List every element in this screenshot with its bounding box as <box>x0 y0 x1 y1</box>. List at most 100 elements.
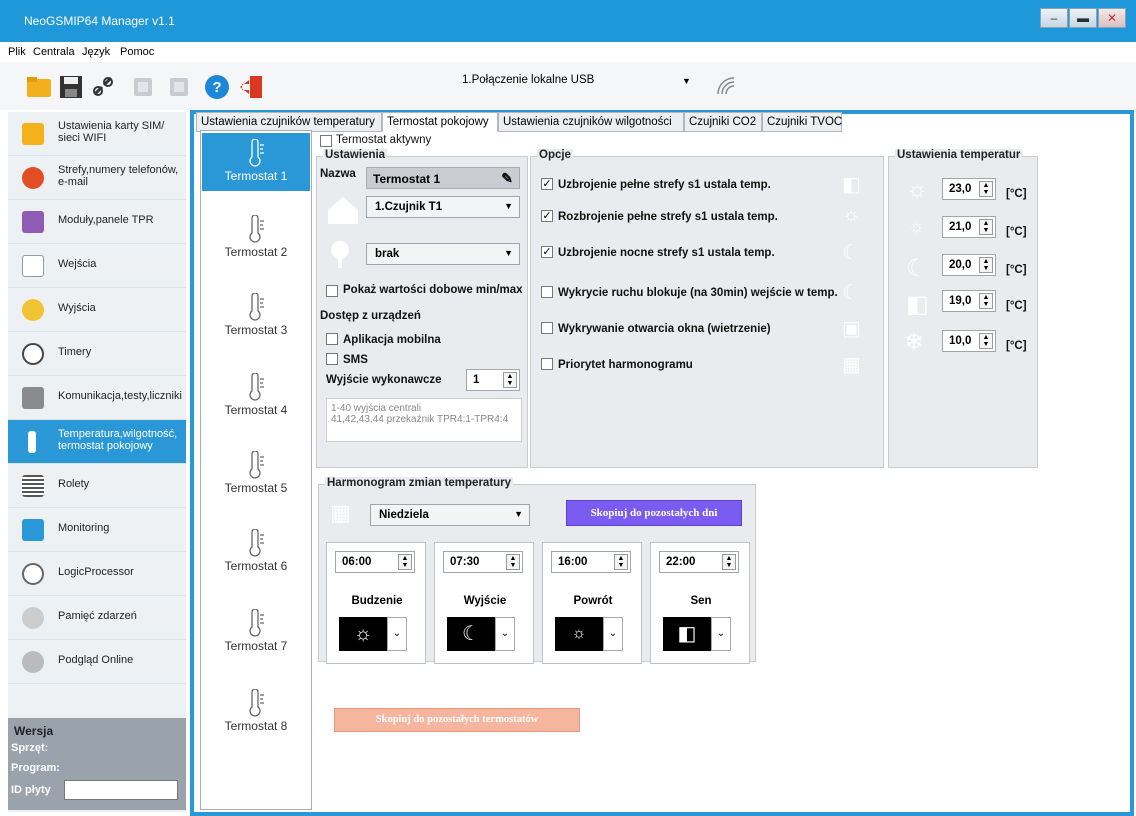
sidebar-item-blinds[interactable]: Rolety <box>8 464 186 508</box>
spinner-arrows-icon[interactable]: ▲ ▼ <box>979 257 993 273</box>
menu-centrala[interactable]: Centrala <box>33 46 75 58</box>
thermostat-item-8[interactable]: Termostat 8 <box>202 683 310 763</box>
menu-plik[interactable]: Plik <box>8 46 26 58</box>
sidebar-item-monitoring[interactable]: Monitoring <box>8 508 186 552</box>
copy-to-days-button[interactable]: Skopiuj do pozostałych dni <box>566 500 742 526</box>
tab-tvoc-sensors[interactable]: Czujniki TVOC <box>762 112 842 132</box>
tab-temperature-sensors[interactable]: Ustawienia czujników temperatury <box>196 112 382 132</box>
time-spinner-4[interactable]: 22:00 ▲ ▼ <box>659 551 739 573</box>
sidebar-item-label: Komunikacja,testy,liczniki <box>58 390 182 402</box>
option-checkbox-2[interactable]: ✓ <box>541 210 553 222</box>
thermostat-label: Termostat 1 <box>224 169 288 183</box>
output-value: 1 <box>473 374 480 386</box>
temp-spinner-1[interactable]: 23,0 ▲ ▼ <box>942 178 996 200</box>
sun-small-icon[interactable]: ☼ <box>555 617 603 651</box>
thermostat-item-1[interactable]: Termostat 1 <box>202 133 310 191</box>
sidebar-item-modules[interactable]: Moduły,panele TPR <box>8 200 186 244</box>
name-field[interactable]: Termostat 1 ✎ <box>366 167 520 189</box>
tab-co2-sensors[interactable]: Czujniki CO2 <box>684 112 762 132</box>
calendar-icon: ▦ <box>842 354 861 376</box>
save-icon[interactable] <box>58 74 84 100</box>
schedule-card-3: 16:00 ▲ ▼ Powrót ☼ ⌄ <box>542 542 642 664</box>
help-icon[interactable]: ? <box>204 74 230 100</box>
option-checkbox-6[interactable] <box>541 358 553 370</box>
sidebar-item-label: Strefy,numery telefonów, e-mail <box>58 164 179 188</box>
temp-spinner-5[interactable]: 10,0 ▲ ▼ <box>942 330 996 352</box>
chip-read-icon[interactable] <box>130 74 156 100</box>
open-folder-icon[interactable] <box>26 74 52 100</box>
output-spinner[interactable]: 1 ▲ ▼ <box>466 369 520 391</box>
chevron-down-icon[interactable]: ⌄ <box>603 617 623 651</box>
spinner-arrows-icon[interactable]: ▲ ▼ <box>722 554 736 570</box>
maximize-button[interactable]: ▬ <box>1069 8 1097 28</box>
sidebar-item-timers[interactable]: Timery <box>8 332 186 376</box>
sensor1-select[interactable]: 1.Czujnik T1 ▼ <box>366 196 520 218</box>
edit-icon[interactable]: ✎ <box>501 170 513 187</box>
name-label: Nazwa <box>320 168 356 180</box>
moon-icon[interactable]: ☾ <box>447 617 495 651</box>
temp-spinner-3[interactable]: 20,0 ▲ ▼ <box>942 254 996 276</box>
thermostat-item-2[interactable]: Termostat 2 <box>202 209 310 289</box>
option-checkbox-1[interactable]: ✓ <box>541 178 553 190</box>
sms-checkbox[interactable] <box>326 353 338 365</box>
spinner-arrows-icon[interactable]: ▲ ▼ <box>506 554 520 570</box>
time-spinner-2[interactable]: 07:30 ▲ ▼ <box>443 551 523 573</box>
sidebar-item-events[interactable]: Pamięć zdarzeń <box>8 596 186 640</box>
chevron-down-icon[interactable]: ⌄ <box>495 617 515 651</box>
sidebar-item-sim[interactable]: Ustawienia karty SIM/ sieci WIFI <box>8 112 186 156</box>
close-button[interactable]: ✕ <box>1098 8 1126 28</box>
time-spinner-3[interactable]: 16:00 ▲ ▼ <box>551 551 631 573</box>
sidebar-item-outputs[interactable]: Wyjścia <box>8 288 186 332</box>
sensor2-select[interactable]: brak ▼ <box>366 243 520 265</box>
option-checkbox-4[interactable] <box>541 286 553 298</box>
time-spinner-1[interactable]: 06:00 ▲ ▼ <box>335 551 415 573</box>
clock-icon <box>22 343 44 365</box>
sidebar-item-inputs[interactable]: Wejścia <box>8 244 186 288</box>
option-checkbox-5[interactable] <box>541 322 553 334</box>
time-value-3: 16:00 <box>558 556 588 568</box>
connection-select[interactable]: 1.Połączenie lokalne USB ▼ <box>462 74 692 96</box>
option-checkbox-3[interactable]: ✓ <box>541 246 553 258</box>
chevron-down-icon[interactable]: ⌄ <box>387 617 407 651</box>
spinner-arrows-icon[interactable]: ▲ ▼ <box>979 181 993 197</box>
thermostat-item-3[interactable]: Termostat 3 <box>202 287 310 367</box>
show-daily-checkbox[interactable] <box>326 285 338 297</box>
menu-jezyk[interactable]: Język <box>82 46 110 58</box>
thermostat-item-5[interactable]: Termostat 5 <box>202 445 310 525</box>
thermostat-item-4[interactable]: Termostat 4 <box>202 367 310 447</box>
thermostat-item-7[interactable]: Termostat 7 <box>202 603 310 683</box>
spinner-arrows-icon[interactable]: ▲ ▼ <box>398 554 412 570</box>
sun-icon[interactable]: ☼ <box>339 617 387 651</box>
spinner-arrows-icon[interactable]: ▲ ▼ <box>503 372 517 388</box>
spinner-arrows-icon[interactable]: ▲ ▼ <box>979 219 993 235</box>
sidebar-item-label: Timery <box>58 346 92 358</box>
board-id-field[interactable] <box>64 780 178 800</box>
temp-value-2: 21,0 <box>949 221 972 233</box>
sidebar-item-temperature[interactable]: Temperatura,wilgotność, termostat pokojo… <box>8 420 186 464</box>
spinner-arrows-icon[interactable]: ▲ ▼ <box>979 293 993 309</box>
spinner-arrows-icon[interactable]: ▲ ▼ <box>614 554 628 570</box>
exit-icon[interactable] <box>238 74 264 100</box>
sidebar-item-logic[interactable]: LogicProcessor <box>8 552 186 596</box>
chip-write-icon[interactable] <box>166 74 192 100</box>
tab-room-thermostat[interactable]: Termostat pokojowy <box>382 112 498 132</box>
thermostat-active-checkbox[interactable] <box>320 135 332 147</box>
sidebar-item-zones[interactable]: Strefy,numery telefonów, e-mail <box>8 156 186 200</box>
door-exit-icon[interactable]: ◧ <box>663 617 711 651</box>
day-select[interactable]: Niedziela ▼ <box>370 504 530 526</box>
temp-spinner-4[interactable]: 19,0 ▲ ▼ <box>942 290 996 312</box>
minimize-button[interactable]: – <box>1040 8 1068 28</box>
link-icon[interactable] <box>90 74 116 100</box>
schedule-card-4: 22:00 ▲ ▼ Sen ◧ ⌄ <box>650 542 750 664</box>
sidebar-item-online[interactable]: Podgląd Online <box>8 640 186 684</box>
chevron-down-icon[interactable]: ⌄ <box>711 617 731 651</box>
mobile-app-checkbox[interactable] <box>326 333 338 345</box>
spinner-arrows-icon[interactable]: ▲ ▼ <box>979 333 993 349</box>
temp-spinner-2[interactable]: 21,0 ▲ ▼ <box>942 216 996 238</box>
thermostat-item-6[interactable]: Termostat 6 <box>202 523 310 603</box>
sidebar-item-communication[interactable]: Komunikacja,testy,liczniki <box>8 376 186 420</box>
menu-pomoc[interactable]: Pomoc <box>120 46 154 58</box>
copy-to-thermostats-button[interactable]: Skopiuj do pozostałych termostatów <box>334 708 580 732</box>
thermometer-icon <box>249 293 264 321</box>
tab-humidity-sensors[interactable]: Ustawienia czujników wilgotności <box>498 112 684 132</box>
